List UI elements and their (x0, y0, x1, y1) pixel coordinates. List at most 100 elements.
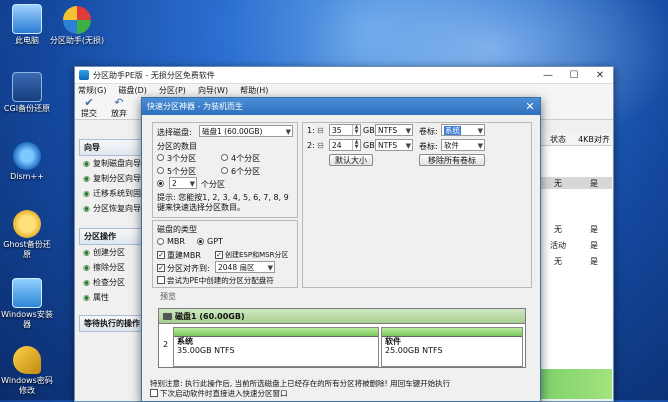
submit-button[interactable]: ✔ 提交 (81, 97, 97, 119)
ops-header: 分区操作 (79, 228, 145, 245)
quick-partition-dialog: 快速分区神器 - 为装机而生 ✕ 选择磁盘: 磁盘1 (60.00GB) ▼ 分… (141, 97, 541, 402)
disk-select-group: 选择磁盘: 磁盘1 (60.00GB) ▼ 分区的数目 3个分区 4个分区 5个… (152, 122, 298, 218)
row-index: 1: (307, 126, 315, 135)
disk-select[interactable]: 磁盘1 (60.00GB) ▼ (199, 125, 293, 137)
menu-bar: 常规(G) 磁盘(D) 分区(P) 向导(W) 帮助(H) (75, 84, 613, 97)
partition-2-size[interactable]: 24 ▲ ▼ (329, 139, 361, 151)
wizard-copy-partition[interactable]: ◉ 复制分区向导 (79, 171, 145, 186)
maximize-icon[interactable]: ☐ (561, 70, 587, 81)
desktop-icon-windows-installer[interactable]: Windows安装器 (0, 278, 54, 330)
partition-1-fs-select[interactable]: NTFS ▼ (375, 124, 413, 136)
disk-preview: 磁盘1 (60.00GB) 2 系统 35.00GB NTFS 软件 25.00… (158, 308, 526, 368)
minimize-icon[interactable]: — (535, 70, 561, 81)
partition-1-size[interactable]: 35 ▲ ▼ (329, 124, 361, 136)
radio-label: 3个分区 (167, 154, 197, 163)
menu-general[interactable]: 常规(G) (78, 85, 106, 96)
unit-label: GB (363, 126, 375, 135)
main-titlebar: 分区助手PE版 - 无损分区免费软件 — ☐ ✕ (75, 67, 613, 84)
spinner-icon[interactable]: ▲ ▼ (352, 140, 360, 150)
partition-2-fs-select[interactable]: NTFS ▼ (375, 139, 413, 151)
next-time-checkbox[interactable] (150, 389, 158, 397)
rebuild-mbr-checkbox[interactable]: ✓ (157, 251, 165, 259)
chevron-down-icon: ▼ (285, 128, 291, 136)
cell-status: 无 (554, 256, 562, 266)
default-size-button[interactable]: 默认大小 (329, 154, 373, 166)
table-row[interactable]: 无 是 (540, 177, 612, 189)
lock-icon: ⊟ (317, 141, 324, 150)
radio-gpt[interactable] (197, 238, 204, 245)
close-icon[interactable]: ✕ (587, 70, 613, 81)
create-esp-checkbox[interactable]: ✓ (215, 251, 223, 259)
partition-count-select[interactable]: 2 ▼ (169, 177, 197, 189)
op-label: 擦除分区 (92, 263, 125, 272)
table-row[interactable]: 无 是 (540, 223, 612, 235)
dialog-title: 快速分区神器 - 为装机而生 (147, 102, 243, 111)
op-properties[interactable]: ◉ 属性 (79, 290, 145, 305)
spinner-icon[interactable]: ▲ ▼ (352, 125, 360, 135)
assign-letter-checkbox[interactable] (157, 276, 165, 284)
wizard-migrate-os[interactable]: ◉ 迁移系统到固态 (79, 186, 145, 201)
chevron-down-icon: ▼ (477, 142, 483, 150)
unit-label: GB (363, 141, 375, 150)
radio-4-partitions[interactable] (221, 154, 228, 161)
desktop-icon-label: CGI备份还原 (3, 104, 51, 113)
disk-type-label: 磁盘的类型 (157, 225, 197, 234)
preview-partition-system[interactable]: 系统 35.00GB NTFS (173, 327, 379, 367)
menu-disk[interactable]: 磁盘(D) (118, 85, 146, 96)
partition-info: 25.00GB NTFS (385, 346, 443, 355)
align-select[interactable]: 2048 扇区 ▼ (215, 261, 275, 273)
remove-labels-button[interactable]: 移除所有卷标 (419, 154, 485, 166)
col-4k-align: 4KB对齐 (578, 134, 610, 144)
partition-1-label-select[interactable]: 系统 ▼ (441, 124, 485, 136)
desktop-icon-ghost[interactable]: Ghost备份还原 (0, 210, 54, 260)
menu-help[interactable]: 帮助(H) (240, 85, 268, 96)
wizard-header: 向导 (79, 139, 145, 156)
partition-bar (382, 328, 522, 337)
partition-name: 软件 (385, 337, 401, 346)
submit-label: 提交 (81, 109, 97, 118)
gear-icon (13, 142, 41, 170)
align-checkbox[interactable]: ✓ (157, 264, 165, 272)
desktop-icon-this-pc[interactable]: 此电脑 (0, 4, 54, 46)
desktop-icon-partition-assistant[interactable]: 分区助手(无损) (48, 6, 106, 46)
wizard-partition-recovery[interactable]: ◉ 分区恢复向导 (79, 201, 145, 216)
preview-label: 预览 (160, 292, 176, 301)
partition-name: 系统 (177, 337, 193, 346)
wizard-copy-disk[interactable]: ◉ 复制磁盘向导 (79, 156, 145, 171)
left-panel: 向导 ◉ 复制磁盘向导 ◉ 复制分区向导 ◉ 迁移系统到固态 ◉ 分区恢复向导 分区操作… (79, 133, 145, 399)
radio-3-partitions[interactable] (157, 154, 164, 161)
preview-partition-software[interactable]: 软件 25.00GB NTFS (381, 327, 523, 367)
disk-icon (163, 312, 172, 320)
discard-button[interactable]: ↶ 放弃 (111, 97, 127, 119)
close-icon[interactable]: ✕ (520, 100, 540, 113)
desktop-icon-password[interactable]: Windows密码修改 (0, 346, 54, 396)
discard-label: 放弃 (111, 109, 127, 118)
op-label: 创建分区 (92, 248, 125, 257)
assign-letter-label: 尝试为PE中创建的分区分配盘符 (167, 276, 274, 285)
menu-wizard[interactable]: 向导(W) (198, 85, 228, 96)
radio-custom-count[interactable] (157, 180, 164, 187)
size-value: 24 (332, 141, 342, 150)
table-row[interactable]: 无 是 (540, 255, 612, 267)
rebuild-mbr-label: 重建MBR (167, 251, 201, 260)
radio-mbr[interactable] (157, 238, 164, 245)
wizard-item-label: 复制磁盘向导 (92, 159, 141, 168)
wizard-icon: ◉ (83, 204, 90, 213)
partition-2-label-select[interactable]: 软件 ▼ (441, 139, 485, 151)
table-row[interactable]: 活动 是 (540, 239, 612, 251)
installer-icon (12, 278, 42, 308)
gpt-label: GPT (207, 237, 223, 246)
align-select-value: 2048 扇区 (218, 263, 255, 272)
radio-6-partitions[interactable] (221, 167, 228, 174)
desktop-icon-dism[interactable]: Dism++ (0, 142, 54, 182)
label-value: 系统 (444, 126, 461, 135)
key-icon (13, 346, 41, 374)
op-check-partition[interactable]: ◉ 检查分区 (79, 275, 145, 290)
op-create-partition[interactable]: ◉ 创建分区 (79, 245, 145, 260)
op-wipe-partition[interactable]: ◉ 擦除分区 (79, 260, 145, 275)
wizard-icon: ◉ (83, 189, 90, 198)
desktop-icon-cgi[interactable]: CGI备份还原 (0, 72, 54, 114)
radio-5-partitions[interactable] (157, 167, 164, 174)
menu-partition[interactable]: 分区(P) (159, 85, 186, 96)
cell-align: 是 (590, 178, 598, 188)
